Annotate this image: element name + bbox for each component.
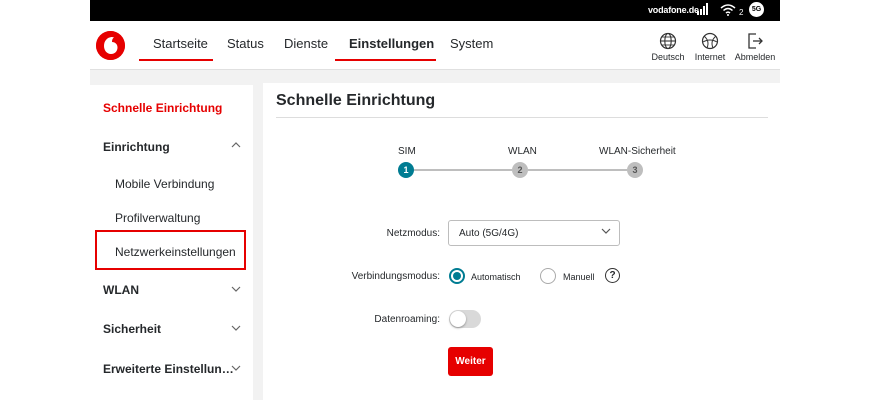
wifi-client-count: 2 bbox=[739, 8, 744, 17]
nav-status[interactable]: Status bbox=[227, 36, 264, 51]
page-title: Schnelle Einrichtung bbox=[276, 92, 436, 109]
sidebar-section-einrichtung[interactable]: Einrichtung bbox=[103, 140, 170, 154]
chevron-down-icon bbox=[601, 226, 611, 239]
sidebar-section-sicherheit[interactable]: Sicherheit bbox=[103, 322, 161, 336]
status-bar: vodafone.de 2 5G bbox=[90, 0, 780, 21]
vodafone-logo[interactable] bbox=[96, 31, 125, 60]
settings-sidebar: Schnelle Einrichtung Einrichtung Mobile … bbox=[90, 85, 253, 400]
connection-mode-label: Verbindungsmodus: bbox=[351, 271, 440, 282]
internet-label: Internet bbox=[694, 52, 726, 62]
sidebar-item-netzwerkeinstellungen[interactable]: Netzwerkeinstellungen bbox=[115, 245, 236, 259]
nav-system[interactable]: System bbox=[450, 36, 493, 51]
toggle-knob bbox=[450, 311, 466, 327]
radio-automatic[interactable] bbox=[449, 268, 465, 284]
sidebar-item-quick-setup[interactable]: Schnelle Einrichtung bbox=[103, 101, 222, 115]
quick-setup-card: Schnelle Einrichtung SIM WLAN WLAN-Siche… bbox=[263, 83, 780, 400]
step-dot-2: 2 bbox=[512, 162, 528, 178]
step-dot-3: 3 bbox=[627, 162, 643, 178]
step-label-sim: SIM bbox=[398, 146, 416, 157]
nav-startseite-underline bbox=[139, 59, 213, 61]
step-connector bbox=[414, 169, 512, 171]
router-web-ui: vodafone.de 2 5G Startseite Status Diens… bbox=[90, 0, 780, 400]
step-dot-1: 1 bbox=[398, 162, 414, 178]
chevron-down-icon[interactable] bbox=[231, 363, 241, 376]
network-type-badge: 5G bbox=[749, 2, 764, 17]
title-divider bbox=[276, 117, 768, 118]
radio-manual-label[interactable]: Manuell bbox=[563, 272, 595, 282]
radio-automatic-label[interactable]: Automatisch bbox=[471, 272, 521, 282]
radio-manual[interactable] bbox=[540, 268, 556, 284]
data-roaming-toggle[interactable] bbox=[449, 310, 481, 328]
chevron-up-icon[interactable] bbox=[231, 140, 241, 153]
sidebar-item-profilverwaltung[interactable]: Profilverwaltung bbox=[115, 211, 200, 225]
network-mode-label: Netzmodus: bbox=[386, 228, 440, 239]
globe-icon bbox=[659, 32, 677, 50]
next-button[interactable]: Weiter bbox=[448, 347, 493, 376]
network-mode-value: Auto (5G/4G) bbox=[459, 228, 519, 239]
nav-einstellungen-underline bbox=[335, 59, 436, 61]
chevron-down-icon[interactable] bbox=[231, 323, 241, 336]
help-icon[interactable]: ? bbox=[605, 268, 620, 283]
language-label: Deutsch bbox=[651, 52, 685, 62]
operator-name: vodafone.de bbox=[648, 5, 699, 15]
logout-button[interactable]: Abmelden bbox=[732, 32, 778, 62]
signal-strength-icon bbox=[697, 3, 709, 15]
logout-icon bbox=[748, 33, 763, 49]
nav-dienste[interactable]: Dienste bbox=[284, 36, 328, 51]
sidebar-item-mobile-verbindung[interactable]: Mobile Verbindung bbox=[115, 177, 214, 191]
internet-icon bbox=[701, 32, 719, 50]
data-roaming-label: Datenroaming: bbox=[374, 314, 440, 325]
chevron-down-icon[interactable] bbox=[231, 284, 241, 297]
wifi-icon bbox=[720, 3, 736, 18]
nav-startseite[interactable]: Startseite bbox=[153, 36, 208, 51]
logout-label: Abmelden bbox=[734, 52, 776, 62]
language-button[interactable]: Deutsch bbox=[645, 32, 691, 62]
sidebar-section-wlan[interactable]: WLAN bbox=[103, 283, 139, 297]
nav-einstellungen[interactable]: Einstellungen bbox=[349, 36, 434, 51]
top-header: Startseite Status Dienste Einstellungen … bbox=[90, 21, 780, 70]
internet-button[interactable]: Internet bbox=[687, 32, 733, 62]
sidebar-section-erweiterte-einstellungen[interactable]: Erweiterte Einstellun… bbox=[103, 362, 234, 376]
step-connector bbox=[528, 169, 627, 171]
vodafone-speechmark-icon bbox=[96, 31, 125, 60]
step-label-wlan: WLAN bbox=[508, 146, 537, 157]
step-label-wlan-sicherheit: WLAN-Sicherheit bbox=[599, 146, 676, 157]
network-mode-select[interactable]: Auto (5G/4G) bbox=[448, 220, 620, 246]
